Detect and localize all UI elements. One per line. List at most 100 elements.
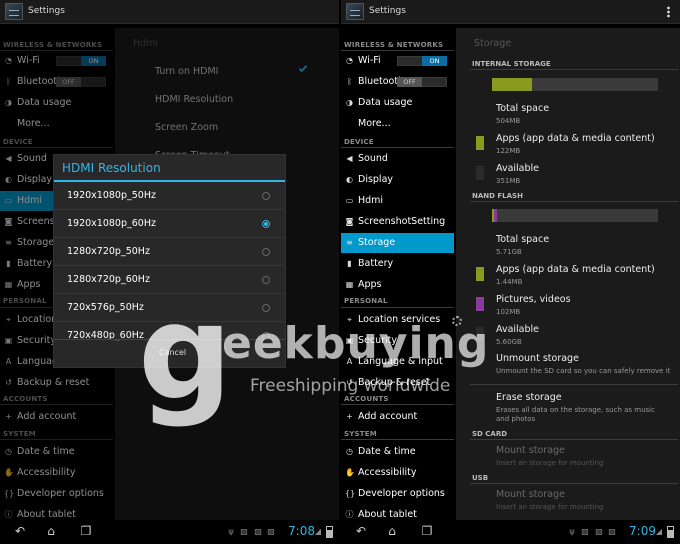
back-icon[interactable]: ↶ <box>353 524 369 538</box>
sidebar-item-label: Data usage <box>358 97 413 108</box>
apps-value: 122MB <box>496 147 521 155</box>
sidebar-item-sound[interactable]: ◀ Sound <box>341 149 454 169</box>
home-icon[interactable]: ⌂ <box>43 524 59 538</box>
action-bar: Settings <box>341 0 680 24</box>
sidebar-item-developer[interactable]: {} Developer options <box>341 484 454 504</box>
available-value: 351MB <box>496 177 521 185</box>
status-clock: 7:08 <box>288 524 315 538</box>
braces-icon: {} <box>345 489 356 498</box>
pictures-videos-label[interactable]: Pictures, videos <box>496 294 571 305</box>
wifi-icon: ◔ <box>346 56 353 65</box>
apps-value: 1.44MB <box>496 278 523 286</box>
watermark-brand: eekbuying <box>222 318 490 369</box>
sidebar-item-accessibility[interactable]: ✋ Accessibility <box>341 463 454 483</box>
sidebar-item-battery[interactable]: ▮ Battery <box>341 254 454 274</box>
notification-icon: ▨ <box>595 527 603 536</box>
sidebar-item-label: Display <box>358 174 394 185</box>
sidebar-item-storage[interactable]: ≡ Storage <box>341 233 454 253</box>
settings-app-icon[interactable] <box>346 3 364 20</box>
sidebar-item-label: Developer options <box>358 488 445 499</box>
sidebar-item-wifi[interactable]: ◔ Wi-Fi ON <box>341 51 454 71</box>
sd-card-header: SD CARD <box>472 430 508 438</box>
sidebar-item-date-time[interactable]: ◷ Date & time <box>341 442 454 462</box>
status-clock: 7:09 <box>629 524 656 538</box>
radio-icon[interactable] <box>262 192 270 200</box>
usb-header: USB <box>472 474 489 482</box>
available-color-swatch <box>476 166 484 180</box>
sidebar-item-label: Add account <box>358 411 418 422</box>
left-screen: Settings WIRELESS & NETWORKS ◔ Wi-Fi ON … <box>0 0 339 544</box>
app-title: Settings <box>28 6 65 16</box>
apps-usage-fill <box>492 78 532 91</box>
radio-selected-icon[interactable] <box>262 220 270 228</box>
mount-usb-item[interactable]: Mount storage <box>496 489 565 500</box>
camera-icon: ◙ <box>345 217 354 226</box>
apps-color-swatch <box>476 136 484 150</box>
brightness-icon: ◐ <box>346 175 353 184</box>
sidebar-item-display[interactable]: ◐ Display <box>341 170 454 190</box>
home-icon[interactable]: ⌂ <box>384 524 400 538</box>
settings-app-icon[interactable] <box>5 3 23 20</box>
action-bar: Settings <box>0 0 339 24</box>
pictures-color-swatch <box>476 297 484 311</box>
sidebar-item-label: Accessibility <box>358 467 417 478</box>
battery-icon: ▮ <box>347 259 352 268</box>
sidebar-item-screenshot[interactable]: ◙ ScreenshotSetting <box>341 212 454 232</box>
sidebar-item-label: About tablet <box>358 509 417 520</box>
nand-usage-bar <box>492 209 658 222</box>
speaker-icon: ◀ <box>346 154 353 163</box>
recent-apps-icon[interactable]: ❐ <box>78 524 94 538</box>
section-device: DEVICE <box>344 138 374 146</box>
apps-color-swatch <box>476 267 484 281</box>
pictures-videos-value: 102MB <box>496 308 521 316</box>
bluetooth-icon: ᛒ <box>347 77 352 86</box>
sidebar-item-bluetooth[interactable]: ᛒ Bluetooth OFF <box>341 72 454 92</box>
divider <box>470 69 678 70</box>
wifi-toggle[interactable]: ON <box>397 56 447 66</box>
detail-title: Storage <box>474 38 512 49</box>
notification-icon: ▧ <box>608 527 616 536</box>
divider <box>341 307 454 308</box>
apps-icon: ▦ <box>345 280 354 289</box>
sidebar-item-apps[interactable]: ▦ Apps <box>341 275 454 295</box>
pictures-usage-fill <box>493 209 497 222</box>
divider <box>470 201 678 202</box>
divider <box>470 384 678 385</box>
wifi-signal-icon: ◢ <box>314 527 322 536</box>
back-icon[interactable]: ↶ <box>12 524 28 538</box>
recent-apps-icon[interactable]: ❐ <box>419 524 435 538</box>
sidebar-item-label: Storage <box>358 237 396 248</box>
mount-sd-desc: Insert an storage for mounting <box>496 459 604 467</box>
radio-icon[interactable] <box>262 304 270 312</box>
resolution-option[interactable]: 1920x1080p_60Hz <box>54 210 285 238</box>
watermark-tagline: Freeshipping worldwide <box>250 376 451 396</box>
sidebar-item-more[interactable]: More... <box>341 114 454 134</box>
apps-label[interactable]: Apps (app data & media content) <box>496 264 655 275</box>
mount-usb-desc: Insert an storage for mounting <box>496 503 604 511</box>
radio-icon[interactable] <box>262 248 270 256</box>
resolution-option[interactable]: 1280x720p_50Hz <box>54 238 285 266</box>
sidebar-item-add-account[interactable]: + Add account <box>341 407 454 427</box>
nand-flash-header: NAND FLASH <box>472 192 523 200</box>
battery-status-icon <box>326 526 333 538</box>
radio-icon[interactable] <box>262 276 270 284</box>
internal-storage-header: INTERNAL STORAGE <box>472 60 551 68</box>
internal-usage-bar <box>492 78 658 91</box>
sidebar-item-label: ScreenshotSetting <box>358 216 446 227</box>
overflow-menu-icon[interactable] <box>667 6 670 18</box>
section-system: SYSTEM <box>344 430 377 438</box>
data-usage-icon: ◑ <box>346 98 353 107</box>
resolution-option[interactable]: 1920x1080p_50Hz <box>54 182 285 210</box>
unmount-storage-item[interactable]: Unmount storage <box>496 353 579 364</box>
apps-label[interactable]: Apps (app data & media content) <box>496 133 655 144</box>
bluetooth-toggle[interactable]: OFF <box>397 77 447 87</box>
available-value: 5.60GB <box>496 338 522 346</box>
sidebar-item-data-usage[interactable]: ◑ Data usage <box>341 93 454 113</box>
sidebar-item-hdmi[interactable]: ▭ Hdmi <box>341 191 454 211</box>
mount-sd-item[interactable]: Mount storage <box>496 445 565 456</box>
erase-storage-item[interactable]: Erase storage <box>496 392 562 403</box>
sidebar-item-label: Sound <box>358 153 388 164</box>
notification-icon: ▧ <box>267 527 275 536</box>
sidebar-item-label: Battery <box>358 258 394 269</box>
divider <box>341 147 454 148</box>
